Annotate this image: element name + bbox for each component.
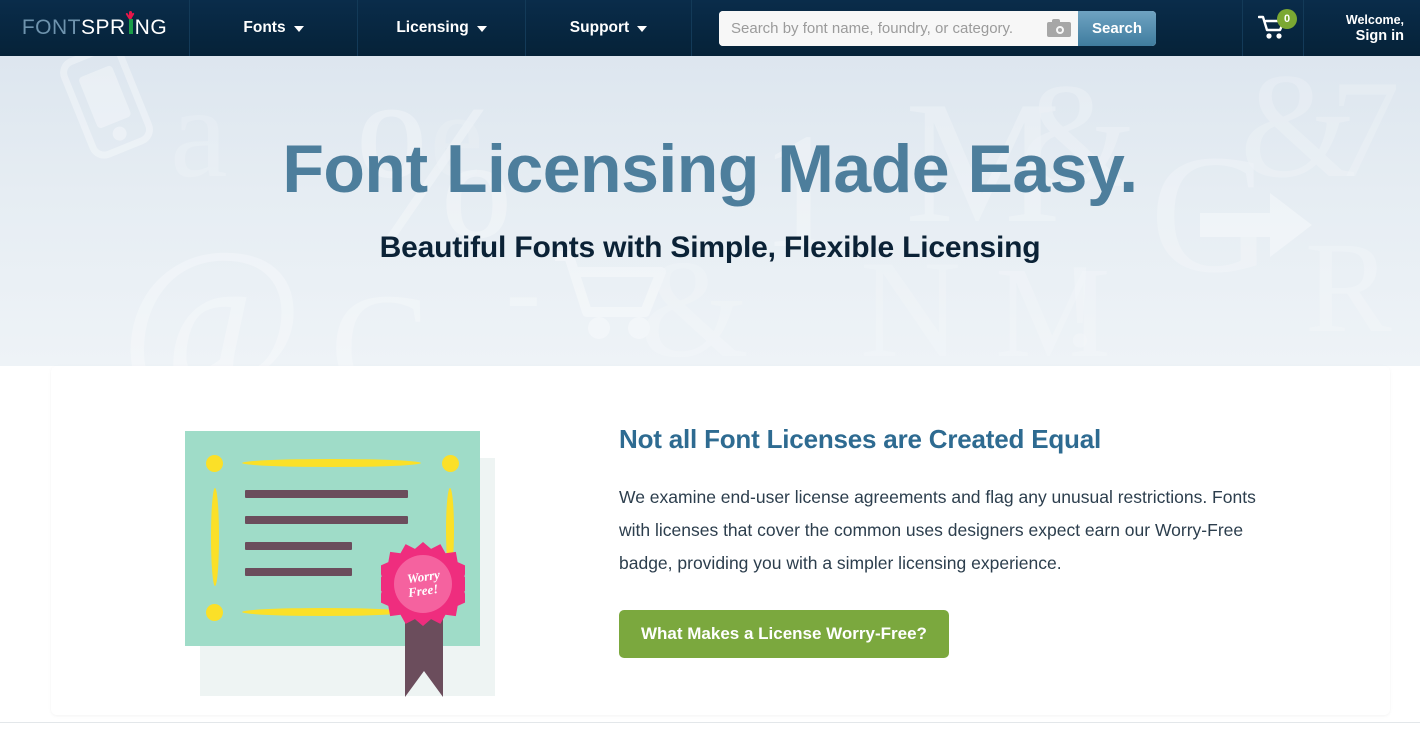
logo-text-ng: NG (134, 16, 168, 39)
page-divider (0, 722, 1420, 723)
certificate-dot-top-left (206, 455, 223, 472)
nav-item-support[interactable]: Support (526, 0, 692, 56)
welcome-label: Welcome, (1345, 12, 1404, 27)
cart-button[interactable]: 0 (1242, 0, 1304, 56)
certificate-accent-line-left (211, 488, 219, 586)
certificate-illustration: Worry Free! (51, 366, 571, 715)
certificate-text-line (245, 568, 352, 576)
certificate-text-line (245, 542, 352, 550)
badge-label-line2: Free! (406, 580, 439, 601)
chevron-down-icon (293, 26, 304, 32)
logo-text-font: FONT (21, 16, 81, 39)
site-header: FONTSPR NG Fonts Licensing Support Search (0, 0, 1420, 56)
hero-section: % 1 @ - C M & & G 7 R ! M & a N e (0, 56, 1420, 366)
cart-count-badge: 0 (1277, 9, 1297, 29)
logo-text-spr: SPR (80, 16, 126, 39)
worry-free-cta-button[interactable]: What Makes a License Worry-Free? (619, 610, 949, 658)
card-copy: Not all Font Licenses are Created Equal … (571, 366, 1331, 658)
camera-icon (1047, 19, 1071, 37)
nav-label-fonts: Fonts (243, 19, 286, 36)
badge-center: Worry Free! (394, 555, 452, 613)
nav-label-support: Support (569, 19, 630, 36)
worry-free-badge: Worry Free! (381, 542, 465, 702)
chevron-down-icon (637, 26, 648, 32)
certificate-text-line (245, 490, 408, 498)
card-heading: Not all Font Licenses are Created Equal (619, 424, 1101, 454)
nav-item-licensing[interactable]: Licensing (358, 0, 526, 56)
shopping-cart-icon: 0 (1257, 9, 1297, 41)
certificate-text-line (245, 516, 408, 524)
signin-label: Sign in (1355, 27, 1404, 44)
certificate-body: Worry Free! (185, 431, 480, 697)
search-area: Search (692, 0, 1242, 56)
search-button[interactable]: Search (1078, 10, 1156, 46)
account-signin-link[interactable]: Welcome, Sign in (1304, 0, 1420, 56)
svg-text:C: C (330, 263, 430, 366)
certificate-dot-bottom-left (206, 604, 223, 621)
certificate-dot-top-right (442, 455, 459, 472)
search-input[interactable] (719, 10, 1040, 46)
chevron-down-icon (476, 26, 487, 32)
nav-label-licensing: Licensing (396, 19, 469, 36)
nav-item-fonts[interactable]: Fonts (190, 0, 358, 56)
search-box: Search (719, 10, 1156, 46)
hero-title: Font Licensing Made Easy. (282, 131, 1138, 207)
certificate-accent-line-top (242, 459, 421, 467)
camera-search-button[interactable] (1040, 10, 1078, 46)
fontspring-logo: FONTSPR NG (21, 11, 168, 40)
worry-free-card: Worry Free! Not all Font Licenses are Cr… (51, 366, 1390, 715)
logo-link[interactable]: FONTSPR NG (0, 0, 190, 56)
card-body-text: We examine end-user license agreements a… (619, 487, 1256, 573)
hero-subtitle: Beautiful Fonts with Simple, Flexible Li… (379, 231, 1041, 265)
